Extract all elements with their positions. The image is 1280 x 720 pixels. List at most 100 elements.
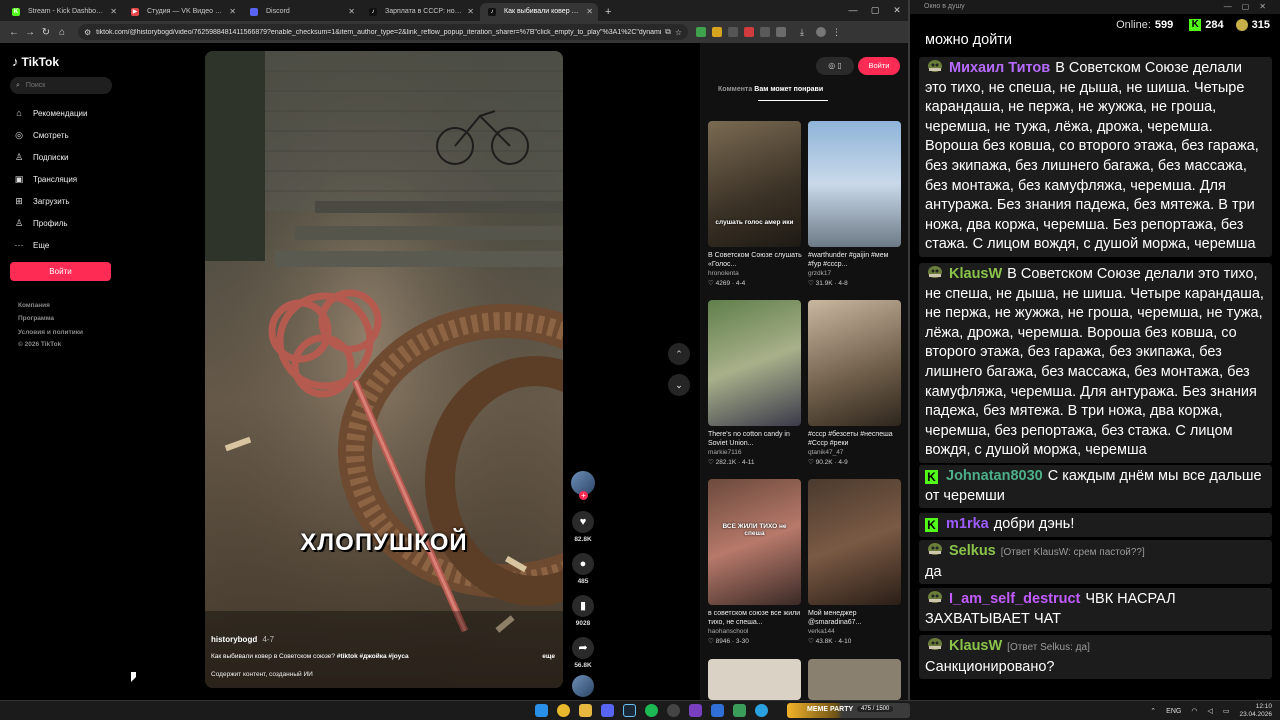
- video-card[interactable]: ВСЕ ЖИЛИ ТИХО не спеша в советском союзе …: [708, 479, 802, 645]
- follow-plus-icon[interactable]: +: [579, 491, 588, 500]
- start-icon[interactable]: [535, 704, 548, 717]
- reload-icon[interactable]: ↻: [38, 27, 54, 38]
- close-icon[interactable]: ✕: [467, 3, 474, 21]
- sidebar-item[interactable]: ··· Еще: [12, 238, 50, 252]
- video-card[interactable]: #ссср #безсеты #неспеша #Ссср #реки qtani…: [808, 300, 902, 466]
- telegram-icon[interactable]: [755, 704, 768, 717]
- video-card-author[interactable]: grzdk17: [808, 270, 902, 277]
- home-icon[interactable]: ⌂: [54, 27, 70, 38]
- download-icon[interactable]: ⤓: [800, 27, 810, 37]
- sidebar-item[interactable]: ♙ Подписки: [12, 150, 69, 164]
- chat-username[interactable]: KlausW: [949, 266, 1002, 282]
- video-card-author[interactable]: verka144: [808, 628, 902, 635]
- video-card[interactable]: Мой менеджер @smaradina67... verka144 ♡ 43…: [808, 479, 902, 645]
- maximize-icon[interactable]: ▢: [864, 0, 886, 20]
- install-icon[interactable]: ⧉: [665, 27, 671, 37]
- chat-username[interactable]: Selkus: [949, 543, 996, 559]
- comment-icon[interactable]: ●: [572, 553, 594, 575]
- chat-username[interactable]: Johnatan8030: [946, 468, 1043, 484]
- url-field[interactable]: ⚙ tiktok.com/@historybogd/video/76259884…: [78, 24, 688, 40]
- browser-tab[interactable]: ♪ Как выбивали ковер в СССР: ✕: [480, 3, 598, 21]
- video-card-author[interactable]: haohanschool: [708, 628, 802, 635]
- share-arrow-icon[interactable]: ➦: [572, 637, 594, 659]
- new-tab-button[interactable]: +: [599, 3, 617, 21]
- browser-tab[interactable]: ▶ Студия — VK Видео Live ✕: [123, 3, 241, 21]
- url-text[interactable]: tiktok.com/@historybogd/video/7625988481…: [96, 29, 661, 36]
- app-icons-pill[interactable]: ◎ ▯: [816, 57, 854, 75]
- video-more-link[interactable]: еще: [542, 653, 555, 660]
- like-heart-icon[interactable]: ♥: [572, 511, 594, 533]
- video-thumbnail[interactable]: ВСЕ ЖИЛИ ТИХО не спеша: [708, 479, 801, 605]
- video-card-author[interactable]: qtanik47_47: [808, 449, 902, 456]
- sidebar-item[interactable]: ⊞ Загрузить: [12, 194, 69, 208]
- video-thumbnail[interactable]: [708, 300, 801, 426]
- site-info-icon[interactable]: ⚙: [84, 28, 91, 37]
- discord-icon[interactable]: [601, 704, 614, 717]
- sound-disc-icon[interactable]: [572, 675, 594, 697]
- video-thumbnail[interactable]: [808, 300, 901, 426]
- puzzle-icon[interactable]: [776, 27, 786, 37]
- sidebar-item[interactable]: ◎ Смотреть: [12, 128, 69, 142]
- clock[interactable]: 12:10 23.04.2026: [1239, 703, 1272, 719]
- video-thumbnail[interactable]: слушать голос амер ики: [708, 121, 801, 247]
- video-hashtags[interactable]: #tiktok #джойка #joyca: [337, 653, 409, 660]
- minimize-icon[interactable]: —: [842, 0, 864, 20]
- video-thumbnail[interactable]: [708, 659, 801, 700]
- sidebar-item[interactable]: ♙ Профиль: [12, 216, 68, 230]
- sidebar-item[interactable]: ▣ Трансляция: [12, 172, 77, 186]
- tab-you-may-like[interactable]: Вам может понрави: [754, 86, 823, 93]
- app-icon[interactable]: [733, 704, 746, 717]
- close-icon[interactable]: ✕: [110, 3, 117, 21]
- video-thumbnail[interactable]: [808, 659, 901, 700]
- extension-icon[interactable]: [696, 27, 706, 37]
- chat-username[interactable]: KlausW: [949, 638, 1002, 654]
- reply-reference[interactable]: [Ответ KlausW: срем пастой??]: [1001, 547, 1145, 558]
- video-author-name[interactable]: historybogd: [211, 635, 257, 644]
- footer-link[interactable]: Программа: [18, 315, 54, 322]
- close-icon[interactable]: ✕: [229, 3, 236, 21]
- close-icon[interactable]: ✕: [348, 3, 355, 21]
- spotify-icon[interactable]: [645, 704, 658, 717]
- browser-tab[interactable]: K Stream - Kick Dashboard ✕: [4, 3, 122, 21]
- login-button[interactable]: Войти: [10, 262, 111, 281]
- browser-tab[interactable]: Discord ✕: [242, 3, 360, 21]
- right-login-button[interactable]: Войти: [858, 57, 900, 75]
- wifi-icon[interactable]: ◠: [1191, 707, 1197, 715]
- previous-video-button[interactable]: ⌃: [668, 343, 690, 365]
- next-video-button[interactable]: ⌄: [668, 374, 690, 396]
- app-icon[interactable]: [711, 704, 724, 717]
- sidebar-item[interactable]: ⌂ Рекомендации: [12, 106, 87, 120]
- video-player[interactable]: ХЛОПУШКОЙ historybogd 4-7 Как выбивали к…: [205, 51, 563, 688]
- reply-reference[interactable]: [Ответ Selkus: да]: [1007, 642, 1090, 653]
- close-icon[interactable]: ✕: [586, 3, 593, 21]
- app-icon[interactable]: [689, 704, 702, 717]
- volume-icon[interactable]: ◁: [1207, 707, 1212, 715]
- back-icon[interactable]: ←: [6, 27, 22, 38]
- footer-link[interactable]: Условия и политики: [18, 329, 83, 336]
- chrome-icon[interactable]: [557, 704, 570, 717]
- extension-icon[interactable]: [744, 27, 754, 37]
- profile-icon[interactable]: [816, 27, 826, 37]
- menu-icon[interactable]: ⋮: [832, 27, 842, 37]
- language-indicator[interactable]: ENG: [1166, 708, 1181, 715]
- chat-window-controls[interactable]: —▢✕: [1224, 0, 1276, 14]
- folder-icon[interactable]: [579, 704, 592, 717]
- extension-icon[interactable]: [760, 27, 770, 37]
- chat-username[interactable]: Михаил Титов: [949, 60, 1050, 76]
- meme-party-widget[interactable]: MEME PARTY 475 / 1500: [787, 703, 910, 718]
- tray-chevron-icon[interactable]: ⌃: [1150, 707, 1156, 715]
- video-card[interactable]: #warthunder #gaijin #мем #fyp #ссср... gr…: [808, 121, 902, 287]
- video-card-author[interactable]: hronolenta: [708, 270, 802, 277]
- extension-icon[interactable]: [728, 27, 738, 37]
- video-thumbnail[interactable]: [808, 479, 901, 605]
- tiktok-logo[interactable]: ♪ TikTok: [12, 54, 59, 69]
- bookmark-star-icon[interactable]: ☆: [675, 28, 682, 37]
- steam-icon[interactable]: [623, 704, 636, 717]
- forward-icon[interactable]: →: [22, 27, 38, 38]
- close-icon[interactable]: ✕: [886, 0, 908, 20]
- video-author[interactable]: historybogd 4-7: [211, 635, 274, 644]
- extension-icon[interactable]: [712, 27, 722, 37]
- chat-username[interactable]: m1rka: [946, 516, 989, 532]
- browser-tab[interactable]: ♪ Зарплата в СССР: ностальгия ✕: [361, 3, 479, 21]
- bookmark-icon[interactable]: ▮: [572, 595, 594, 617]
